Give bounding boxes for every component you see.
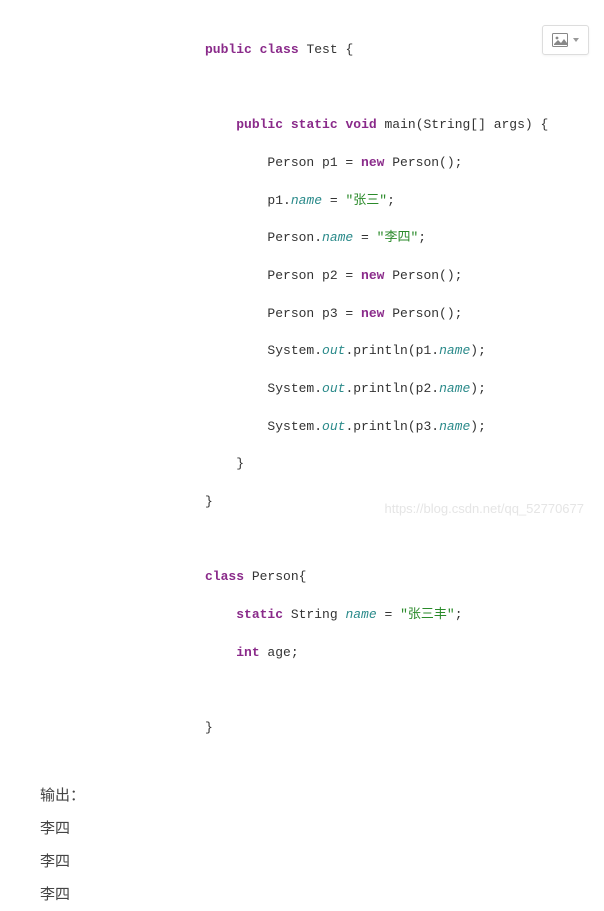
code-line xyxy=(205,79,604,98)
code-line: Person p2 = new Person(); xyxy=(205,267,604,286)
output-line: 李四 xyxy=(40,878,604,911)
code-line: Person.name = "李四"; xyxy=(205,229,604,248)
code-line: class Person{ xyxy=(205,568,604,587)
code-line: System.out.println(p3.name); xyxy=(205,418,604,437)
code-line: System.out.println(p2.name); xyxy=(205,380,604,399)
output-line: 李四 xyxy=(40,812,604,845)
code-line: static String name = "张三丰"; xyxy=(205,606,604,625)
code-line: } xyxy=(205,719,604,738)
code-line: Person p1 = new Person(); xyxy=(205,154,604,173)
code-line: } xyxy=(205,493,604,512)
code-line: System.out.println(p1.name); xyxy=(205,342,604,361)
code-block: public class Test { public static void m… xyxy=(205,22,604,757)
code-line xyxy=(205,682,604,701)
code-line: p1.name = "张三"; xyxy=(205,192,604,211)
code-line xyxy=(205,531,604,550)
code-line: int age; xyxy=(205,644,604,663)
code-line: Person p3 = new Person(); xyxy=(205,305,604,324)
code-line: public static void main(String[] args) { xyxy=(205,116,604,135)
output-line: 李四 xyxy=(40,845,604,878)
code-line: public class Test { xyxy=(205,41,604,60)
output-label: 输出： xyxy=(40,779,604,812)
output-section: 输出： 李四 李四 李四 xyxy=(40,779,604,911)
code-line: } xyxy=(205,455,604,474)
